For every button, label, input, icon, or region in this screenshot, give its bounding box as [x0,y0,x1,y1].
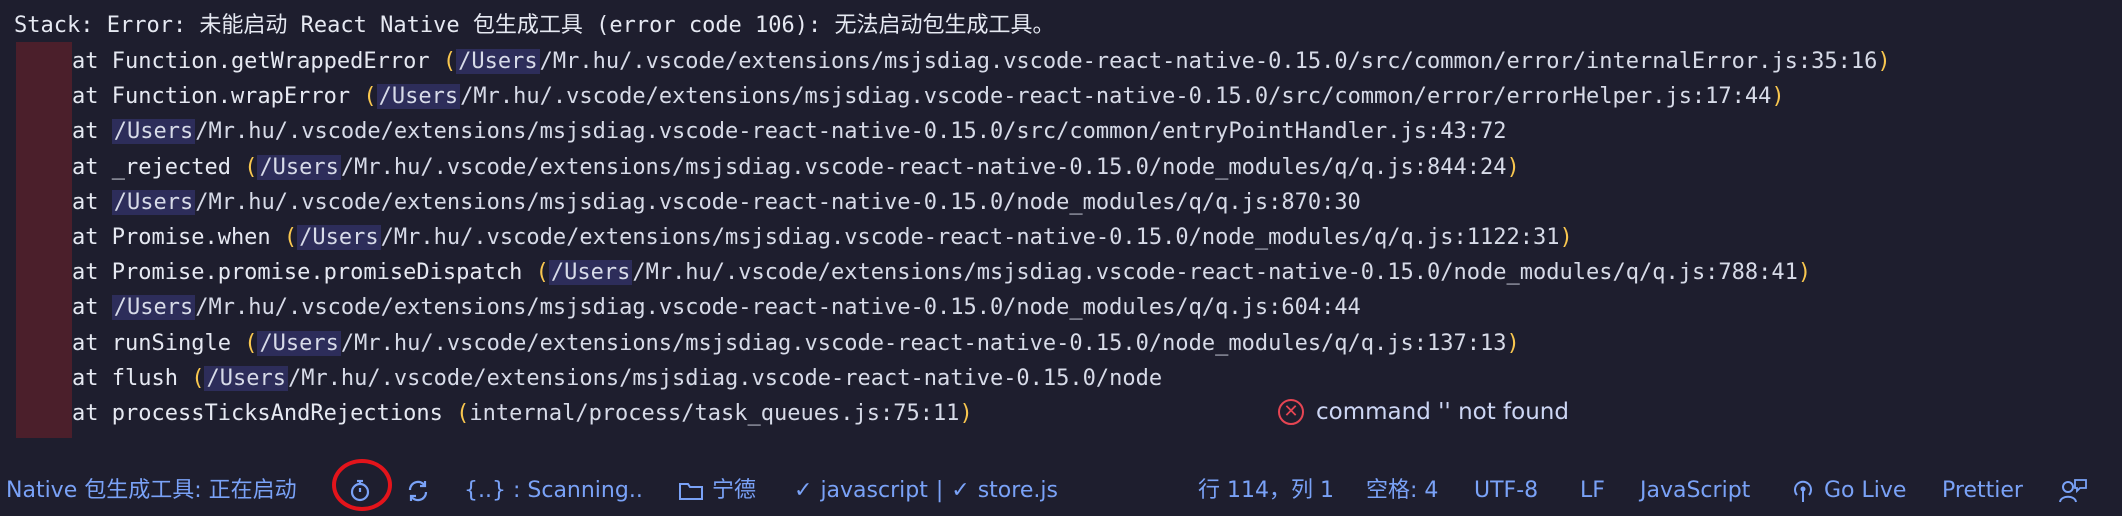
separator: | [935,478,944,503]
frame-close-paren: ) [1506,154,1520,180]
stack-frame-line[interactable]: at _rejected (/Users/Mr.hu/.vscode/exten… [72,150,1520,185]
stack-frame-line[interactable]: at runSingle (/Users/Mr.hu/.vscode/exten… [72,326,1520,361]
frame-path-highlight: /Users [297,225,381,250]
frame-path-highlight: /Users [111,295,196,321]
sync-icon [404,477,432,505]
stack-frame-line[interactable]: at Promise.promise.promiseDispatch (/Use… [72,255,1811,290]
frame-path: /Mr.hu/.vscode/extensions/msjsdiag.vscod… [287,365,1163,391]
go-live-button[interactable]: Go Live [1790,466,1906,516]
prettier-label: Prettier [1942,478,2023,503]
frame-path: /Mr.hu/.vscode/extensions/msjsdiag.vscod… [632,260,1798,286]
stack-frame-line[interactable]: at /Users/Mr.hu/.vscode/extensions/msjsd… [72,114,1507,149]
frame-open-paren: ( [442,49,457,74]
frame-close-paren: ) [1559,225,1573,250]
frame-path: /Mr.hu/.vscode/extensions/msjsdiag.vscod… [539,49,1878,74]
frame-open-paren: ( [191,365,205,391]
frame-path: /Mr.hu/.vscode/extensions/msjsdiag.vscod… [195,295,1361,321]
stack-header: Stack: Error: 未能启动 React Native 包生成工具 (e… [14,13,1055,38]
highlight-ring [332,459,392,511]
stack-frame-line[interactable]: at /Users/Mr.hu/.vscode/extensions/msjsd… [72,185,1361,220]
check2-label: store.js [977,478,1058,503]
frame-path: /Mr.hu/.vscode/extensions/msjsdiag.vscod… [195,189,1361,215]
check-icon: ✓ [794,478,813,503]
frame-close-paren: ) [1506,330,1520,356]
encoding-item[interactable]: UTF-8 [1474,466,1538,516]
cursor-position[interactable]: 行 114，列 1 [1198,466,1334,516]
frame-open-paren: ( [283,225,298,250]
packager-status-item[interactable]: Native 包生成工具: 正在启动 [6,466,297,516]
frame-path: internal/process/task_queues.js:75:11 [469,401,960,426]
frame-prefix: at Promise.promise.promiseDispatch [72,260,536,286]
folder-icon [678,480,704,502]
error-circle-icon: ✕ [1278,399,1304,425]
sync-button[interactable] [404,466,432,516]
frame-prefix: at [72,189,112,215]
frame-path: /Mr.hu/.vscode/extensions/msjsdiag.vscod… [340,330,1507,356]
indentation-label: 空格: 4 [1366,478,1439,503]
frame-close-paren: ) [1797,260,1812,286]
frame-open-paren: ( [244,154,258,180]
frame-prefix: at Promise.when [72,225,284,250]
frame-path: /Mr.hu/.vscode/extensions/msjsdiag.vscod… [380,225,1560,250]
indentation-item[interactable]: 空格: 4 [1366,466,1438,516]
scanning-status[interactable]: {..} : Scanning.. [464,466,643,516]
terminal-output[interactable]: Stack: Error: 未能启动 React Native 包生成工具 (e… [0,0,2122,440]
frame-close-paren: ) [959,401,973,426]
check1-label: javascript [820,478,928,503]
frame-prefix: at runSingle [72,330,245,356]
go-live-label: Go Live [1824,478,1907,503]
scanning-label: {..} : Scanning.. [464,478,643,503]
frame-path-highlight: /Users [257,154,341,180]
frame-path-highlight: /Users [111,119,196,145]
notification-message: command '' not found [1316,399,1569,425]
eol-label: LF [1580,478,1605,503]
frame-prefix: at _rejected [72,154,245,180]
frame-prefix: at Function.wrapError [72,84,364,110]
error-gutter [16,42,72,438]
frame-path-highlight: /Users [257,330,341,356]
check-icon: ✓ [951,478,970,503]
frame-open-paren: ( [363,84,377,110]
broadcast-icon [1790,478,1816,504]
stack-frame-line[interactable]: at Function.wrapError (/Users/Mr.hu/.vsc… [72,79,1785,114]
stack-frame-line[interactable]: at flush (/Users/Mr.hu/.vscode/extension… [72,361,1162,396]
frame-path-highlight: /Users [456,49,540,74]
stack-frame-line[interactable]: at Promise.when (/Users/Mr.hu/.vscode/ex… [72,220,1573,255]
frame-path-highlight: /Users [376,84,461,110]
prettier-item[interactable]: Prettier [1942,466,2023,516]
language-mode-item[interactable]: JavaScript [1640,466,1750,516]
frame-path-highlight: /Users [204,365,288,391]
packager-status-label: Native 包生成工具: 正在启动 [6,478,297,503]
frame-open-paren: ( [535,260,549,286]
stack-frame-line[interactable]: at /Users/Mr.hu/.vscode/extensions/msjsd… [72,290,1361,325]
frame-open-paren: ( [244,330,258,356]
frame-prefix: at Function.getWrappedError [72,49,443,74]
eslint-javascript-item[interactable]: ✓ javascript | ✓ store.js [794,466,1058,516]
frame-prefix: at [72,119,112,145]
frame-path-highlight: /Users [548,260,633,286]
folder-label: 宁德 [712,478,757,503]
frame-close-paren: ) [1771,84,1785,110]
stack-frame-line[interactable]: at processTicksAndRejections (internal/p… [72,396,973,431]
error-notification[interactable]: ✕ command '' not found [1278,392,1569,432]
language-label: JavaScript [1640,478,1751,503]
frame-open-paren: ( [456,401,470,426]
feedback-button[interactable] [2058,466,2088,516]
frame-prefix: at flush [72,365,192,391]
frame-path: /Mr.hu/.vscode/extensions/msjsdiag.vscod… [460,84,1772,110]
cursor-position-label: 行 114，列 1 [1198,478,1334,503]
frame-prefix: at [72,295,112,321]
frame-path-highlight: /Users [111,189,196,215]
frame-prefix: at processTicksAndRejections [72,401,457,426]
eol-item[interactable]: LF [1580,466,1605,516]
folder-item[interactable]: 宁德 [678,466,756,516]
stack-frame-line[interactable]: at Function.getWrappedError (/Users/Mr.h… [72,44,1891,79]
feedback-person-icon [2058,477,2088,505]
status-bar: Native 包生成工具: 正在启动 {..} : Scanning.. 宁德 … [0,466,2122,516]
frame-path: /Mr.hu/.vscode/extensions/msjsdiag.vscod… [340,154,1507,180]
frame-close-paren: ) [1877,49,1891,74]
encoding-label: UTF-8 [1474,478,1539,503]
frame-path: /Mr.hu/.vscode/extensions/msjsdiag.vscod… [195,119,1507,145]
